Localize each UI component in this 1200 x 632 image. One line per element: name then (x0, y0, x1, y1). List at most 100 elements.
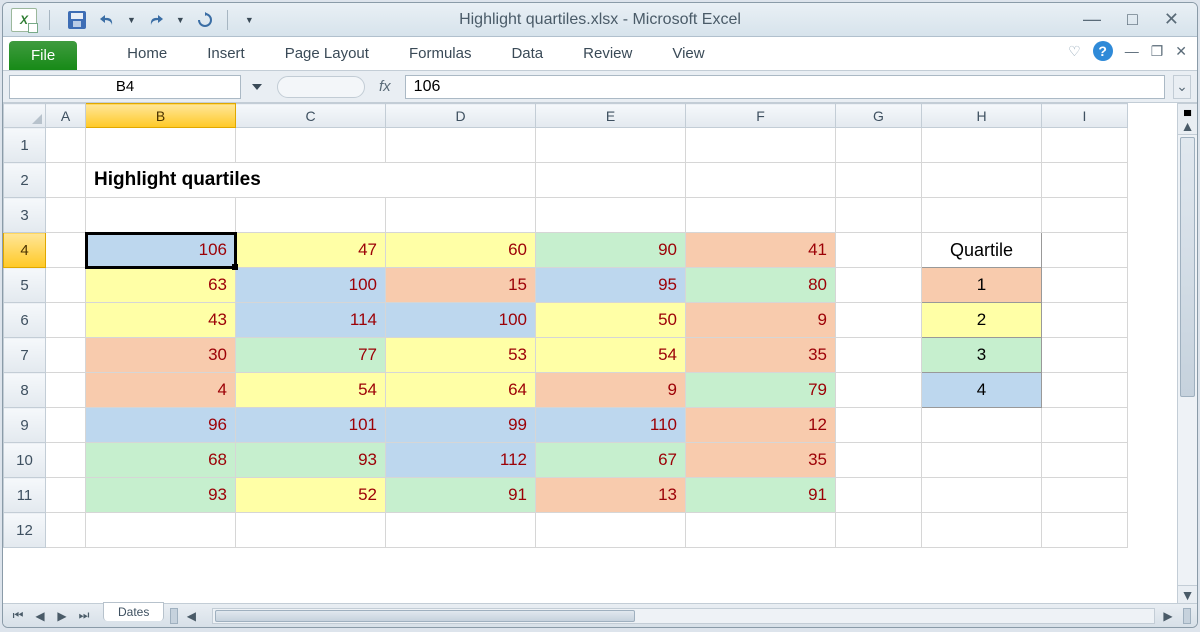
cell-D1[interactable] (386, 128, 536, 163)
cell-H12[interactable] (922, 513, 1042, 548)
col-header-E[interactable]: E (536, 104, 686, 128)
cell-C11[interactable]: 52 (236, 478, 386, 513)
grid-body[interactable]: ABCDEFGHI12Highlight quartiles3410647609… (3, 103, 1177, 603)
cell-B9[interactable]: 96 (86, 408, 236, 443)
cell-C1[interactable] (236, 128, 386, 163)
cell-F7[interactable]: 35 (686, 338, 836, 373)
undo-dropdown-icon[interactable]: ▼ (127, 15, 136, 25)
cell-I5[interactable] (1042, 268, 1128, 303)
hscroll-left-button[interactable]: ◀ (182, 607, 200, 625)
col-header-I[interactable]: I (1042, 104, 1128, 128)
hscroll-thumb[interactable] (215, 610, 635, 622)
cell-C3[interactable] (236, 198, 386, 233)
cell-G3[interactable] (836, 198, 922, 233)
cell-C10[interactable]: 93 (236, 443, 386, 478)
hscroll-right-button[interactable]: ▶ (1159, 607, 1177, 625)
tab-insert[interactable]: Insert (187, 39, 265, 70)
cell-F10[interactable]: 35 (686, 443, 836, 478)
cell-E9[interactable]: 110 (536, 408, 686, 443)
cell-E8[interactable]: 9 (536, 373, 686, 408)
cell-B5[interactable]: 63 (86, 268, 236, 303)
cell-B6[interactable]: 43 (86, 303, 236, 338)
cell-I8[interactable] (1042, 373, 1128, 408)
tab-review[interactable]: Review (563, 39, 652, 70)
row-header-4[interactable]: 4 (4, 233, 46, 268)
cell-H5[interactable]: 1 (922, 268, 1042, 303)
cell-F12[interactable] (686, 513, 836, 548)
cell-D9[interactable]: 99 (386, 408, 536, 443)
cell-F5[interactable]: 80 (686, 268, 836, 303)
tab-page-layout[interactable]: Page Layout (265, 39, 389, 70)
cell-G6[interactable] (836, 303, 922, 338)
cell-A11[interactable] (46, 478, 86, 513)
namebox-dropdown-icon[interactable] (252, 84, 262, 90)
cell-G12[interactable] (836, 513, 922, 548)
cell-I2[interactable] (1042, 163, 1128, 198)
vertical-scrollbar[interactable]: ▄ ▲ ▼ (1177, 103, 1197, 603)
cell-C5[interactable]: 100 (236, 268, 386, 303)
cell-D5[interactable]: 15 (386, 268, 536, 303)
doc-close-button[interactable]: ✕ (1175, 43, 1187, 60)
cell-H10[interactable] (922, 443, 1042, 478)
sheet-tab-active[interactable]: Dates (103, 602, 164, 621)
cell-B12[interactable] (86, 513, 236, 548)
row-header-8[interactable]: 8 (4, 373, 46, 408)
cell-I12[interactable] (1042, 513, 1128, 548)
cell-D3[interactable] (386, 198, 536, 233)
cell-H2[interactable] (922, 163, 1042, 198)
vscroll-track[interactable] (1178, 135, 1197, 585)
sheet-nav-last-button[interactable]: ⏭ (75, 607, 93, 625)
cell-H1[interactable] (922, 128, 1042, 163)
cell-G9[interactable] (836, 408, 922, 443)
tab-home[interactable]: Home (107, 39, 187, 70)
redo-dropdown-icon[interactable]: ▼ (176, 15, 185, 25)
cell-F11[interactable]: 91 (686, 478, 836, 513)
col-header-D[interactable]: D (386, 104, 536, 128)
hscroll-split-handle[interactable] (1183, 608, 1191, 624)
horizontal-scrollbar[interactable] (212, 608, 1155, 624)
cell-A10[interactable] (46, 443, 86, 478)
cell-E6[interactable]: 50 (536, 303, 686, 338)
refresh-button[interactable] (195, 10, 215, 30)
cell-G4[interactable] (836, 233, 922, 268)
cell-F9[interactable]: 12 (686, 408, 836, 443)
fx-icon[interactable]: fx (379, 78, 391, 95)
cell-G1[interactable] (836, 128, 922, 163)
row-header-7[interactable]: 7 (4, 338, 46, 373)
cell-D7[interactable]: 53 (386, 338, 536, 373)
cell-E5[interactable]: 95 (536, 268, 686, 303)
cell-B11[interactable]: 93 (86, 478, 236, 513)
row-header-6[interactable]: 6 (4, 303, 46, 338)
function-wizard-area[interactable] (277, 76, 365, 98)
cell-G5[interactable] (836, 268, 922, 303)
scroll-down-button[interactable]: ▼ (1178, 585, 1197, 603)
cell-B7[interactable]: 30 (86, 338, 236, 373)
cell-E4[interactable]: 90 (536, 233, 686, 268)
tab-view[interactable]: View (652, 39, 724, 70)
row-header-9[interactable]: 9 (4, 408, 46, 443)
cell-E11[interactable]: 13 (536, 478, 686, 513)
qat-customize-icon[interactable]: ▼ (245, 15, 254, 25)
row-header-12[interactable]: 12 (4, 513, 46, 548)
cell-F4[interactable]: 41 (686, 233, 836, 268)
cell-H7[interactable]: 3 (922, 338, 1042, 373)
cell-A12[interactable] (46, 513, 86, 548)
cell-I3[interactable] (1042, 198, 1128, 233)
name-box[interactable]: B4 (9, 75, 241, 99)
cell-F3[interactable] (686, 198, 836, 233)
cell-I7[interactable] (1042, 338, 1128, 373)
row-header-11[interactable]: 11 (4, 478, 46, 513)
cell-D6[interactable]: 100 (386, 303, 536, 338)
cell-C9[interactable]: 101 (236, 408, 386, 443)
minimize-button[interactable]: — (1083, 9, 1101, 30)
col-header-G[interactable]: G (836, 104, 922, 128)
cell-D11[interactable]: 91 (386, 478, 536, 513)
cell-A3[interactable] (46, 198, 86, 233)
cell-E10[interactable]: 67 (536, 443, 686, 478)
sheet-nav-next-button[interactable]: ▶ (53, 607, 71, 625)
cell-A7[interactable] (46, 338, 86, 373)
cell-C8[interactable]: 54 (236, 373, 386, 408)
ribbon-collapse-icon[interactable]: ♡ (1068, 43, 1081, 60)
help-button[interactable]: ? (1093, 41, 1113, 61)
cell-I11[interactable] (1042, 478, 1128, 513)
